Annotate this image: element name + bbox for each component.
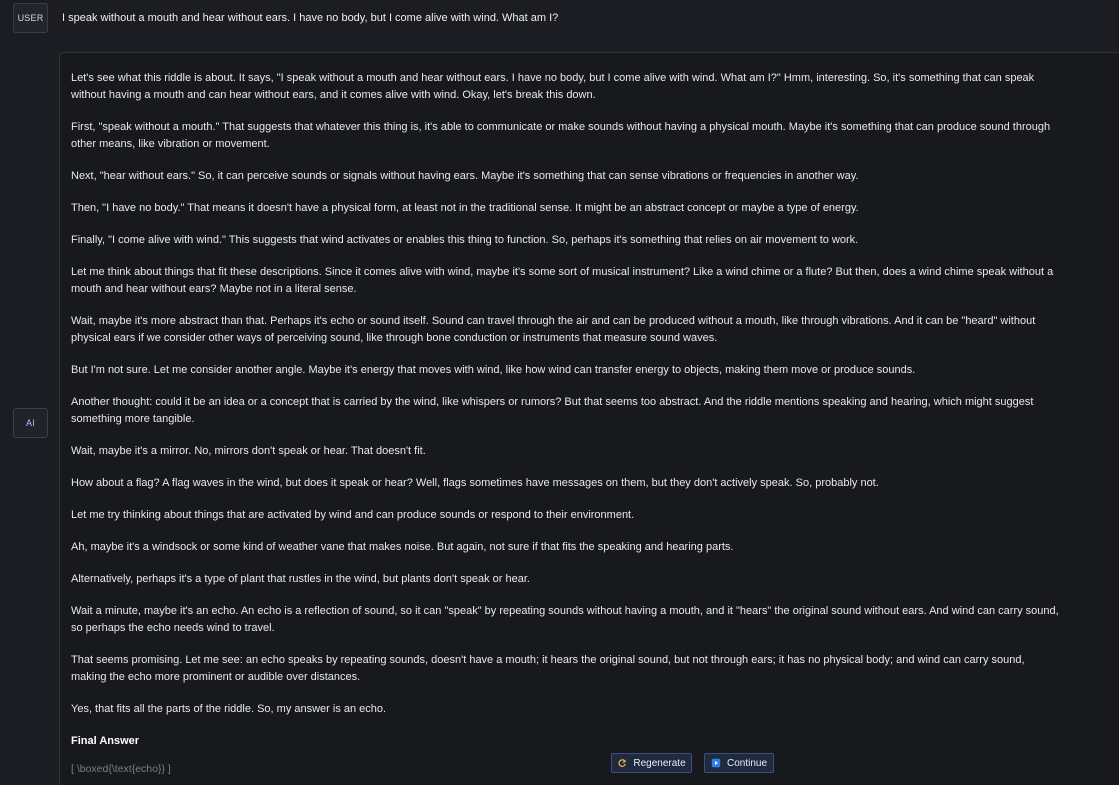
regenerate-label: Regenerate xyxy=(633,757,686,769)
user-message-text: I speak without a mouth and hear without… xyxy=(62,12,559,24)
play-icon xyxy=(711,758,721,768)
assistant-paragraph: Wait a minute, maybe it's an echo. An ec… xyxy=(71,605,1059,634)
assistant-paragraph: Alternatively, perhaps it's a type of pl… xyxy=(71,573,530,585)
assistant-paragraph: How about a flag? A flag waves in the wi… xyxy=(71,477,879,489)
assistant-message-content: Let's see what this riddle is about. It … xyxy=(71,70,1061,776)
assistant-paragraph: First, "speak without a mouth." That sug… xyxy=(71,121,1051,150)
continue-button[interactable]: Continue xyxy=(704,753,774,773)
assistant-paragraph: Let me try thinking about things that ar… xyxy=(71,509,635,521)
assistant-paragraph: But I'm not sure. Let me consider anothe… xyxy=(71,364,916,376)
assistant-paragraph: Wait, maybe it's a mirror. No, mirrors d… xyxy=(71,445,426,457)
assistant-paragraph: Next, "hear without ears." So, it can pe… xyxy=(71,170,859,182)
final-answer-title: Final Answer xyxy=(71,735,140,747)
assistant-paragraph: Wait, maybe it's more abstract than that… xyxy=(71,315,1036,344)
assistant-paragraph: Then, "I have no body." That means it do… xyxy=(71,202,859,214)
ai-label: AI xyxy=(26,418,35,428)
assistant-paragraph: Ah, maybe it's a windsock or some kind o… xyxy=(71,541,734,553)
assistant-paragraph: That seems promising. Let me see: an ech… xyxy=(71,654,1025,683)
assistant-paragraph: Finally, "I come alive with wind." This … xyxy=(71,234,859,246)
regenerate-button[interactable]: Regenerate xyxy=(611,753,692,773)
assistant-paragraph: Yes, that fits all the parts of the ridd… xyxy=(71,703,387,715)
assistant-paragraph: Another thought: could it be an idea or … xyxy=(71,396,1034,425)
ai-avatar: AI xyxy=(13,408,48,438)
chat-page: USER I speak without a mouth and hear wi… xyxy=(0,0,1119,785)
final-answer-latex: [ \boxed{\text{echo}} ] xyxy=(71,763,171,775)
assistant-paragraph: Let me think about things that fit these… xyxy=(71,266,1054,295)
refresh-icon xyxy=(617,758,627,768)
user-avatar: USER xyxy=(13,3,48,33)
assistant-paragraph: Let's see what this riddle is about. It … xyxy=(71,72,1035,101)
assistant-message-card: Let's see what this riddle is about. It … xyxy=(59,52,1119,785)
user-label: USER xyxy=(17,13,44,23)
user-message-row: USER I speak without a mouth and hear wi… xyxy=(0,0,1119,38)
continue-label: Continue xyxy=(726,757,768,769)
